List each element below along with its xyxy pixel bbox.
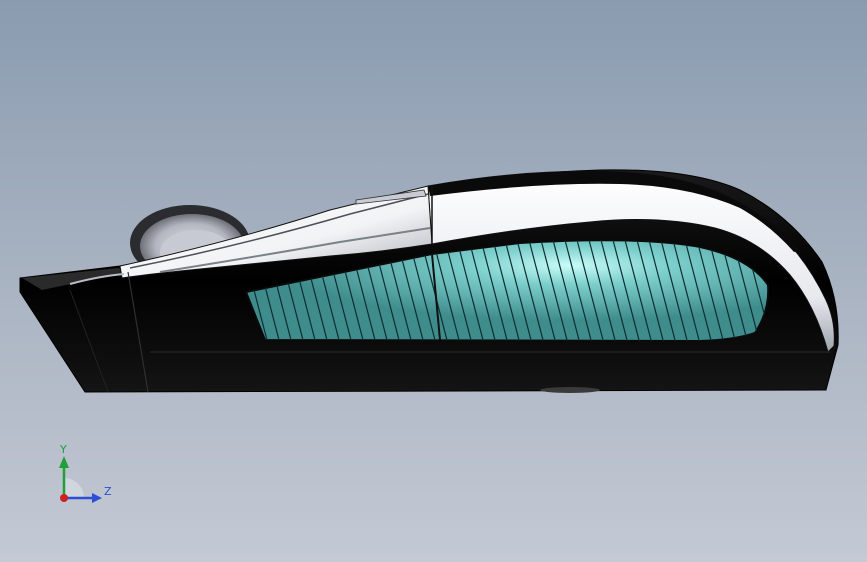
mouse-3d-model[interactable] xyxy=(0,0,867,562)
y-axis-label: Y xyxy=(60,443,67,456)
triad-plane xyxy=(64,478,84,498)
y-axis-arrowhead xyxy=(59,456,69,468)
graphics-viewport[interactable]: Y Z xyxy=(0,0,867,562)
z-axis-arrowhead xyxy=(92,493,102,503)
base-highlight xyxy=(540,387,600,393)
triad-graphic xyxy=(59,456,102,503)
axis-triad[interactable]: Y Z xyxy=(40,440,130,515)
x-axis-origin xyxy=(60,494,68,502)
z-axis-label: Z xyxy=(104,485,112,498)
